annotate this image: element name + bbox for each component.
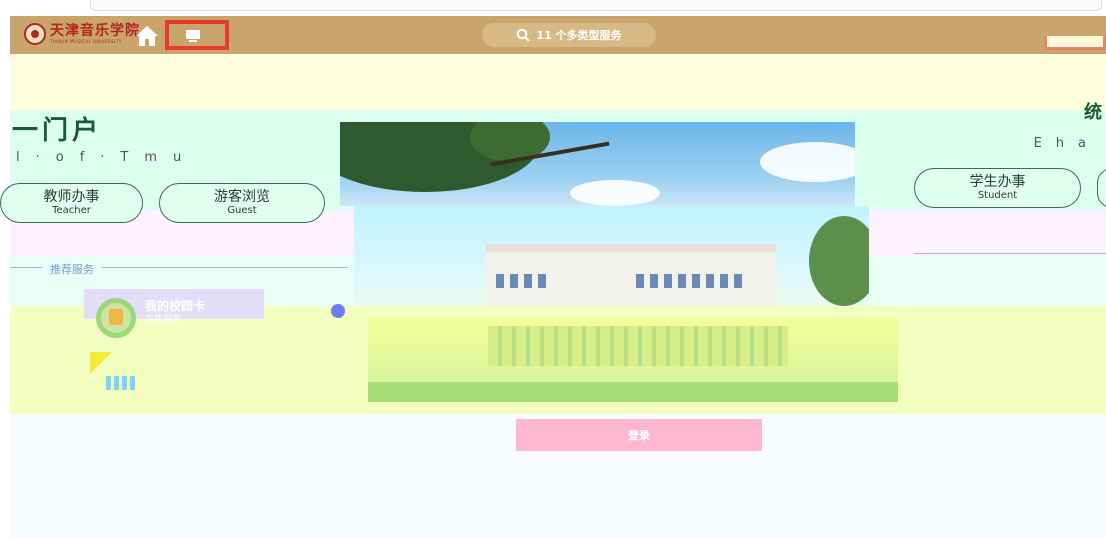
logo-subtext: TIANJIN MUSICAL UNIVERSITY — [50, 39, 122, 44]
building-window — [678, 274, 686, 288]
building-roof — [486, 244, 776, 252]
dotted-decoration — [106, 376, 136, 390]
cloud — [570, 180, 660, 206]
building-facade — [488, 326, 788, 366]
browser-strip — [0, 0, 1106, 16]
left-title-fragment: 一门户 — [12, 116, 103, 146]
left-subtitle-fragment: l·of·Tmu — [16, 150, 198, 165]
cloud — [760, 142, 855, 182]
service-card-subtitle: 在线服务 — [145, 315, 182, 325]
login-button[interactable]: 登录 — [516, 419, 762, 451]
teacher-cn: 教师办事 — [43, 189, 100, 205]
yellow-triangle-icon — [90, 352, 112, 374]
right-title-fragment: 统 — [1084, 102, 1102, 123]
service-search[interactable]: 11 个多类型服务 — [482, 23, 656, 47]
building-window — [650, 274, 658, 288]
building-window — [510, 274, 518, 288]
lawn — [368, 382, 898, 402]
campus-photo-top — [340, 122, 855, 206]
home-icon — [136, 26, 158, 46]
building-window — [692, 274, 700, 288]
building-window — [734, 274, 742, 288]
guest-en: Guest — [227, 205, 257, 216]
logo-text: 天津音乐学院 — [50, 23, 140, 39]
student-en: Student — [977, 190, 1018, 201]
tree-right — [809, 216, 869, 306]
campus-photo-lawn — [368, 318, 898, 402]
home-button[interactable] — [135, 25, 159, 47]
carousel-dot[interactable] — [331, 304, 345, 318]
building-window — [524, 274, 532, 288]
building-window — [720, 274, 728, 288]
band-yellow — [10, 54, 1106, 110]
teacher-button[interactable]: 教师办事 Teacher — [0, 183, 143, 223]
guest-button[interactable]: 游客浏览 Guest — [159, 183, 325, 223]
header-right-fragment — [1044, 36, 1106, 50]
student-button[interactable]: 学生办事 Student — [914, 168, 1081, 208]
campus-card-icon — [96, 298, 136, 338]
top-header: 天津音乐学院 TIANJIN MUSICAL UNIVERSITY 11 个多类… — [10, 16, 1106, 54]
monitor-stand-icon — [189, 40, 197, 42]
building-window — [636, 274, 644, 288]
right-subtitle-fragment: Eha — [1033, 136, 1100, 151]
search-text: 11 个多类型服务 — [536, 29, 622, 42]
section-divider-right — [914, 253, 1106, 254]
university-logo[interactable]: 天津音乐学院 TIANJIN MUSICAL UNIVERSITY — [24, 23, 140, 45]
address-bar[interactable] — [90, 0, 1102, 11]
building-window — [496, 274, 504, 288]
building-window — [706, 274, 714, 288]
building-window — [664, 274, 672, 288]
building-window — [538, 274, 546, 288]
screenshot-canvas: 天津音乐学院 TIANJIN MUSICAL UNIVERSITY 11 个多类… — [0, 0, 1106, 538]
search-icon — [517, 28, 531, 42]
monitor-icon — [186, 30, 200, 39]
section-label: 推荐服务 — [42, 261, 102, 277]
teacher-en: Teacher — [52, 205, 91, 216]
guest-cn: 游客浏览 — [214, 189, 270, 205]
student-cn: 学生办事 — [969, 174, 1026, 190]
university-building — [486, 244, 776, 306]
seal-icon — [24, 23, 46, 45]
campus-photo-building — [354, 206, 869, 306]
desktop-view-button[interactable] — [165, 20, 229, 50]
